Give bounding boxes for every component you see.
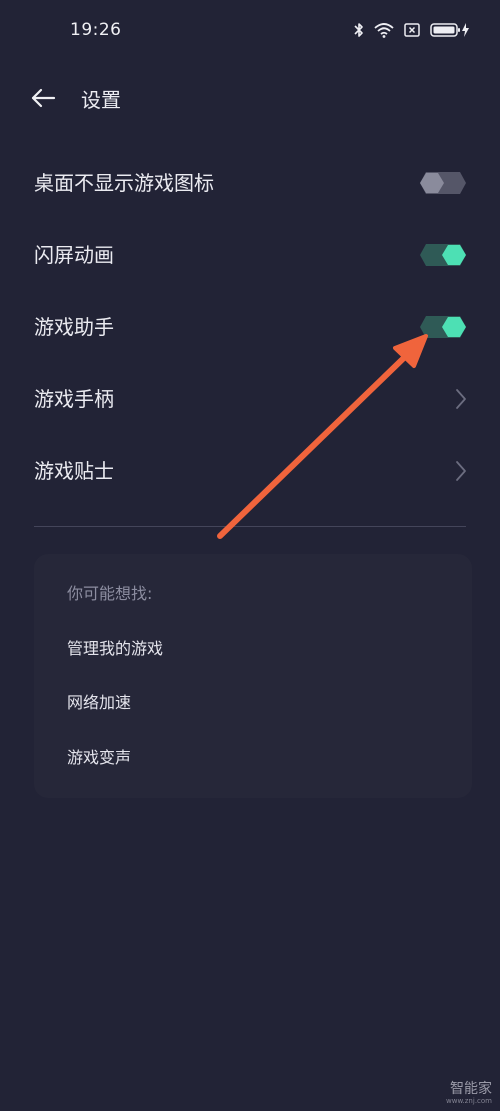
setting-splash-animation[interactable]: 闪屏动画	[0, 218, 500, 290]
suggestions-card: 你可能想找: 管理我的游戏 网络加速 游戏变声	[34, 554, 472, 798]
setting-gamepad[interactable]: 游戏手柄	[0, 362, 500, 434]
suggestion-item[interactable]: 管理我的游戏	[67, 635, 163, 659]
sim-off-icon	[404, 22, 420, 42]
status-icons	[354, 22, 470, 42]
chevron-right-icon	[454, 460, 468, 482]
suggestions-title: 你可能想找:	[67, 584, 153, 603]
splash-animation-toggle[interactable]	[420, 244, 466, 266]
watermark-sub: www.znj.com	[446, 1097, 492, 1105]
setting-label: 游戏手柄	[34, 387, 114, 411]
settings-list: 桌面不显示游戏图标 闪屏动画 游戏助手 游戏手柄 游戏贴士	[0, 146, 500, 506]
wifi-icon	[374, 22, 394, 42]
battery-charging-icon	[430, 22, 470, 42]
status-time: 19:26	[70, 20, 122, 40]
page-title: 设置	[81, 88, 121, 112]
suggestion-item[interactable]: 游戏变声	[67, 744, 131, 768]
watermark: 智能家 www.znj.com	[446, 1081, 492, 1105]
setting-label: 游戏助手	[34, 315, 114, 339]
arrow-left-icon	[30, 88, 56, 112]
setting-hide-game-icons[interactable]: 桌面不显示游戏图标	[0, 146, 500, 218]
game-assistant-toggle[interactable]	[420, 316, 466, 338]
setting-label: 游戏贴士	[34, 459, 114, 483]
back-button[interactable]	[26, 86, 60, 114]
bluetooth-icon	[354, 22, 364, 42]
setting-game-tips[interactable]: 游戏贴士	[0, 434, 500, 506]
header: 设置	[0, 78, 500, 122]
chevron-right-icon	[454, 388, 468, 410]
setting-label: 闪屏动画	[34, 243, 114, 267]
suggestion-item[interactable]: 网络加速	[67, 689, 131, 713]
watermark-main: 智能家	[450, 1081, 492, 1097]
setting-label: 桌面不显示游戏图标	[34, 171, 214, 195]
status-bar: 19:26	[0, 0, 500, 64]
hide-icons-toggle[interactable]	[420, 172, 466, 194]
divider	[34, 526, 466, 527]
setting-game-assistant[interactable]: 游戏助手	[0, 290, 500, 362]
